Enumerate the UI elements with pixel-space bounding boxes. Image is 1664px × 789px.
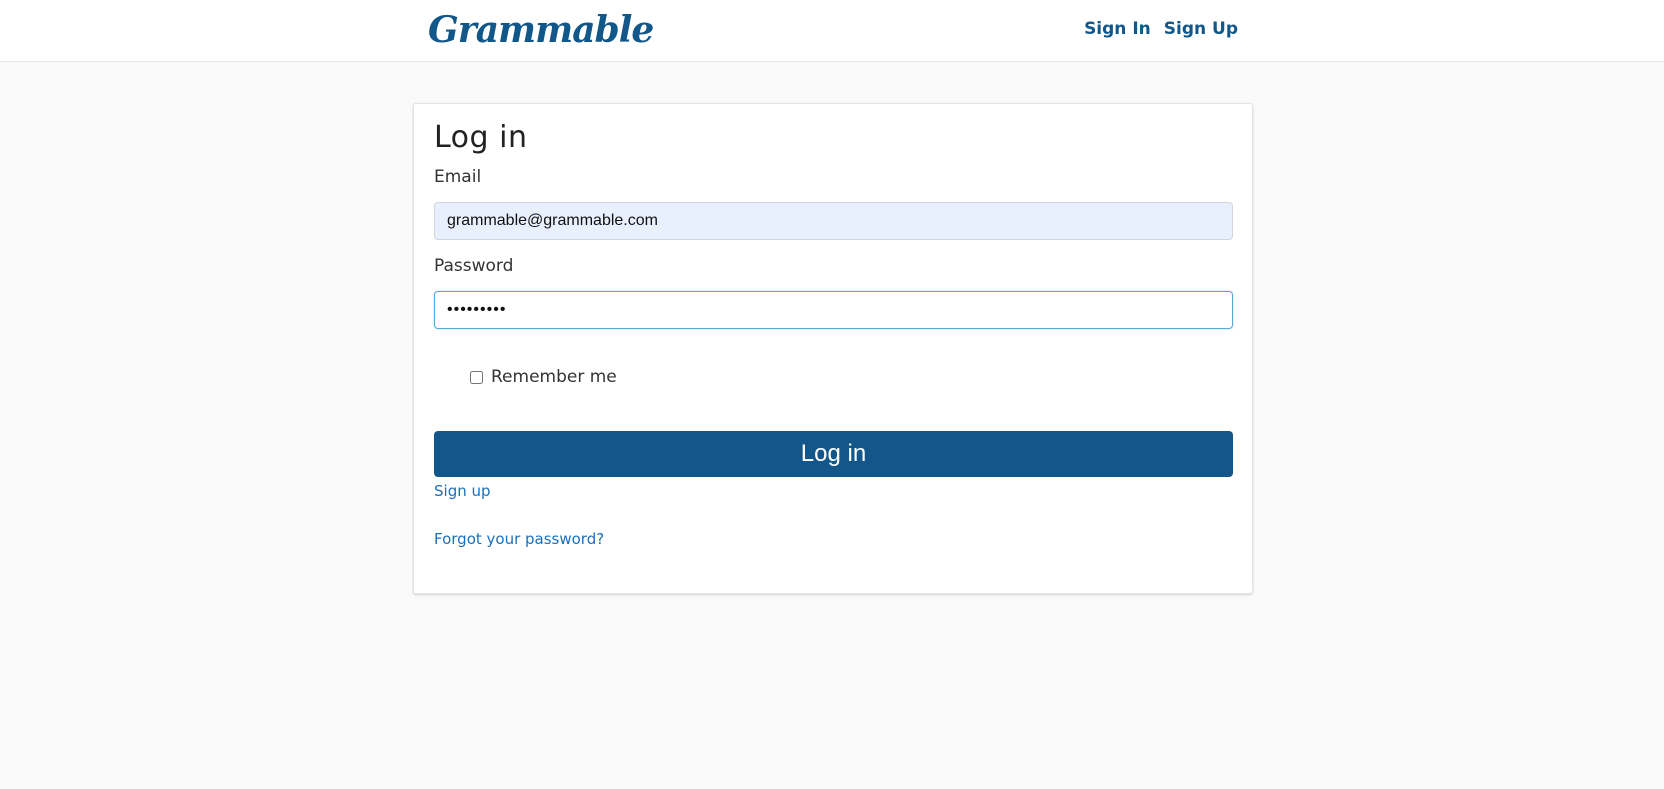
forgot-password-link[interactable]: Forgot your password? (434, 529, 604, 549)
remember-me-row: Remember me (470, 366, 617, 388)
email-field[interactable] (434, 202, 1233, 240)
page-title: Log in (434, 120, 528, 155)
brand-logo[interactable]: Grammable (428, 6, 654, 54)
top-navbar: Grammable Sign In Sign Up (0, 0, 1664, 62)
password-field[interactable] (434, 291, 1233, 329)
remember-me-label[interactable]: Remember me (491, 366, 617, 388)
remember-me-checkbox[interactable] (470, 370, 483, 384)
sign-up-link[interactable]: Sign up (434, 481, 491, 501)
password-label: Password (434, 256, 514, 276)
email-label: Email (434, 167, 482, 187)
login-card: Log in Email Password Remember me Log in… (413, 103, 1253, 594)
nav-sign-in-link[interactable]: Sign In (1084, 18, 1151, 40)
login-button[interactable]: Log in (434, 431, 1233, 477)
nav-links: Sign In Sign Up (1084, 18, 1238, 40)
nav-sign-up-link[interactable]: Sign Up (1164, 18, 1238, 40)
